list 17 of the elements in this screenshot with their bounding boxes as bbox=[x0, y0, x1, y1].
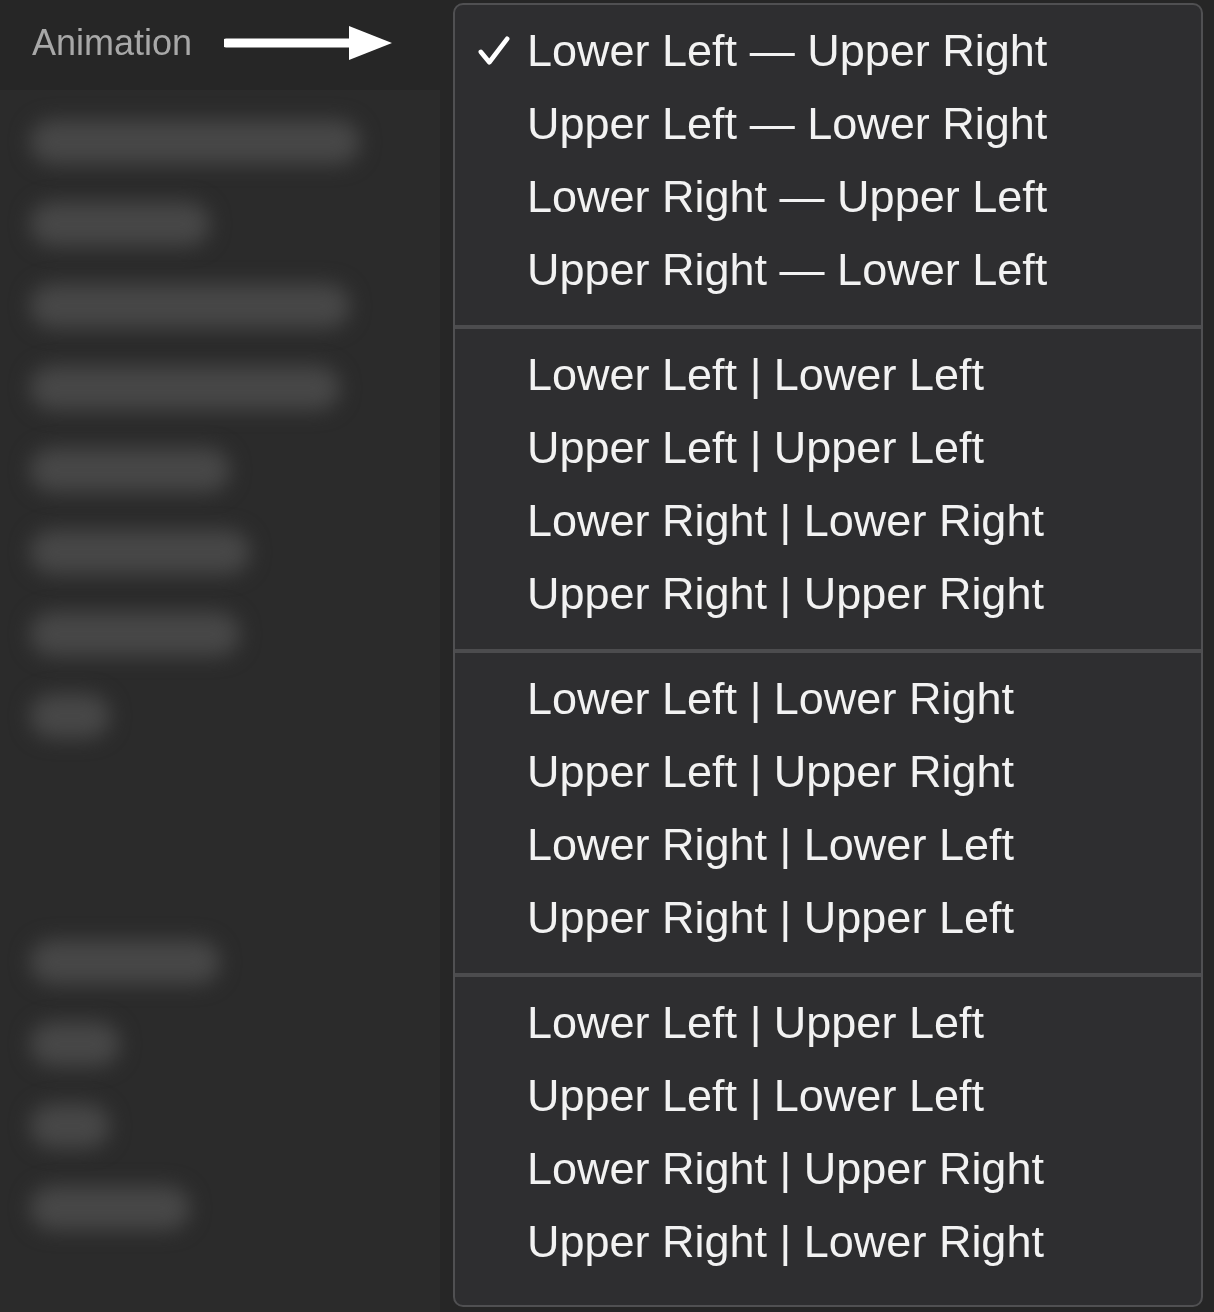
menu-item[interactable]: Lower Left | Upper Left bbox=[455, 986, 1201, 1059]
menu-item[interactable]: Lower Right | Lower Right bbox=[455, 484, 1201, 557]
menu-item[interactable]: Upper Left | Lower Left bbox=[455, 1059, 1201, 1132]
menu-item[interactable]: Upper Right | Upper Right bbox=[455, 557, 1201, 630]
menu-item[interactable]: Lower Left | Lower Left bbox=[455, 338, 1201, 411]
menu-item[interactable]: Upper Right | Upper Left bbox=[455, 881, 1201, 954]
menu-item[interactable]: Upper Right | Lower Right bbox=[455, 1205, 1201, 1278]
menu-item[interactable]: Upper Left | Upper Right bbox=[455, 735, 1201, 808]
menu-item[interactable]: Upper Left | Upper Left bbox=[455, 411, 1201, 484]
menu-item[interactable]: Lower Right | Upper Right bbox=[455, 1132, 1201, 1205]
menu-item[interactable]: Lower Right | Lower Left bbox=[455, 808, 1201, 881]
menu-item[interactable]: Upper Right — Lower Left bbox=[455, 233, 1201, 306]
menu-item[interactable]: Lower Left | Lower Right bbox=[455, 662, 1201, 735]
menu-item[interactable]: Lower Right — Upper Left bbox=[455, 160, 1201, 233]
menu-item[interactable]: Lower Left — Upper Right bbox=[455, 14, 1201, 87]
menu-item[interactable]: Upper Left — Lower Right bbox=[455, 87, 1201, 160]
section-label: Animation bbox=[32, 22, 193, 64]
